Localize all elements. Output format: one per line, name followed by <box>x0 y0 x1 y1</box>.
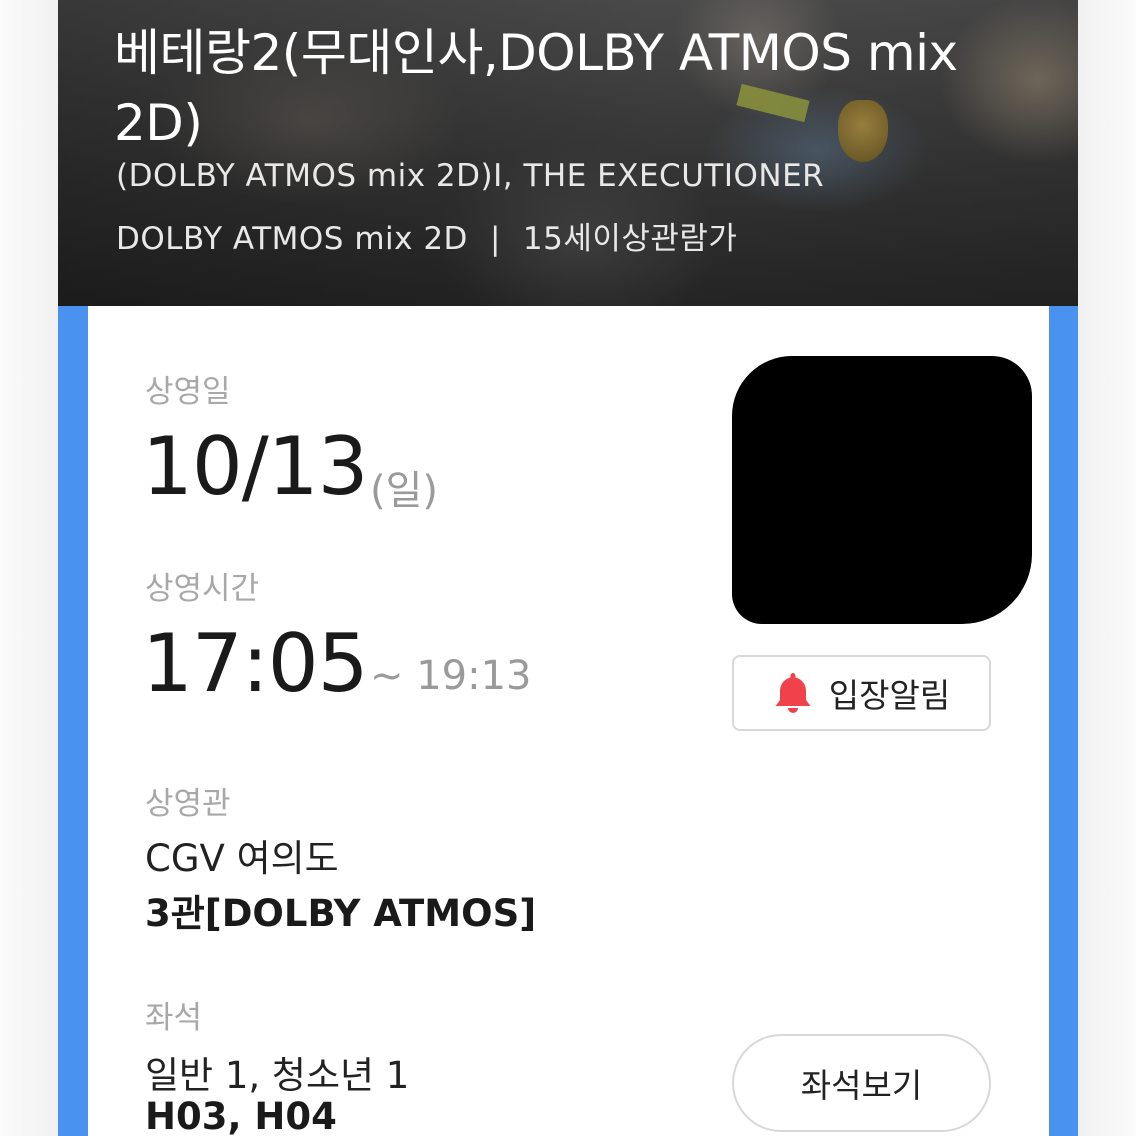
seat-types: 일반 1, 청소년 1 <box>145 1054 410 1097</box>
date-label: 상영일 <box>145 374 231 410</box>
cinema-name: CGV 여의도 <box>145 837 339 880</box>
screen-name: 3관[DOLBY ATMOS] <box>145 892 537 935</box>
entry-alarm-label: 입장알림 <box>828 676 951 715</box>
date-value: 10/13 <box>142 420 369 513</box>
view-seats-button[interactable]: 좌석보기 <box>732 1034 991 1132</box>
format-label: DOLBY ATMOS mix 2D <box>116 221 468 257</box>
age-rating: 15세이상관람가 <box>522 221 738 257</box>
movie-poster-header: 베테랑2(무대인사,DOLBY ATMOS mix 2D) (DOLBY ATM… <box>58 0 1078 306</box>
start-time: 17:05 <box>142 617 369 710</box>
movie-meta: DOLBY ATMOS mix 2D | 15세이상관람가 <box>116 213 737 258</box>
theater-label: 상영관 <box>145 786 231 822</box>
seat-numbers: H03, H04 <box>145 1095 337 1136</box>
movie-title: 베테랑2(무대인사,DOLBY ATMOS mix 2D) <box>114 24 958 152</box>
meta-separator: | <box>489 221 501 257</box>
view-seats-label: 좌석보기 <box>800 1066 923 1105</box>
left-margin <box>0 0 58 1136</box>
right-margin <box>1078 0 1136 1136</box>
weekday: (일) <box>370 468 439 514</box>
entry-alarm-button[interactable]: 입장알림 <box>732 655 991 731</box>
movie-subtitle: (DOLBY ATMOS mix 2D)I, THE EXECUTIONER <box>116 158 825 194</box>
bell-icon <box>773 671 813 715</box>
end-time: ~ 19:13 <box>370 653 532 699</box>
seat-label: 좌석 <box>145 1000 203 1036</box>
time-label: 상영시간 <box>145 571 260 607</box>
ticket-screen: 베테랑2(무대인사,DOLBY ATMOS mix 2D) (DOLBY ATM… <box>0 0 1136 1136</box>
redacted-qr-code <box>732 356 1032 624</box>
